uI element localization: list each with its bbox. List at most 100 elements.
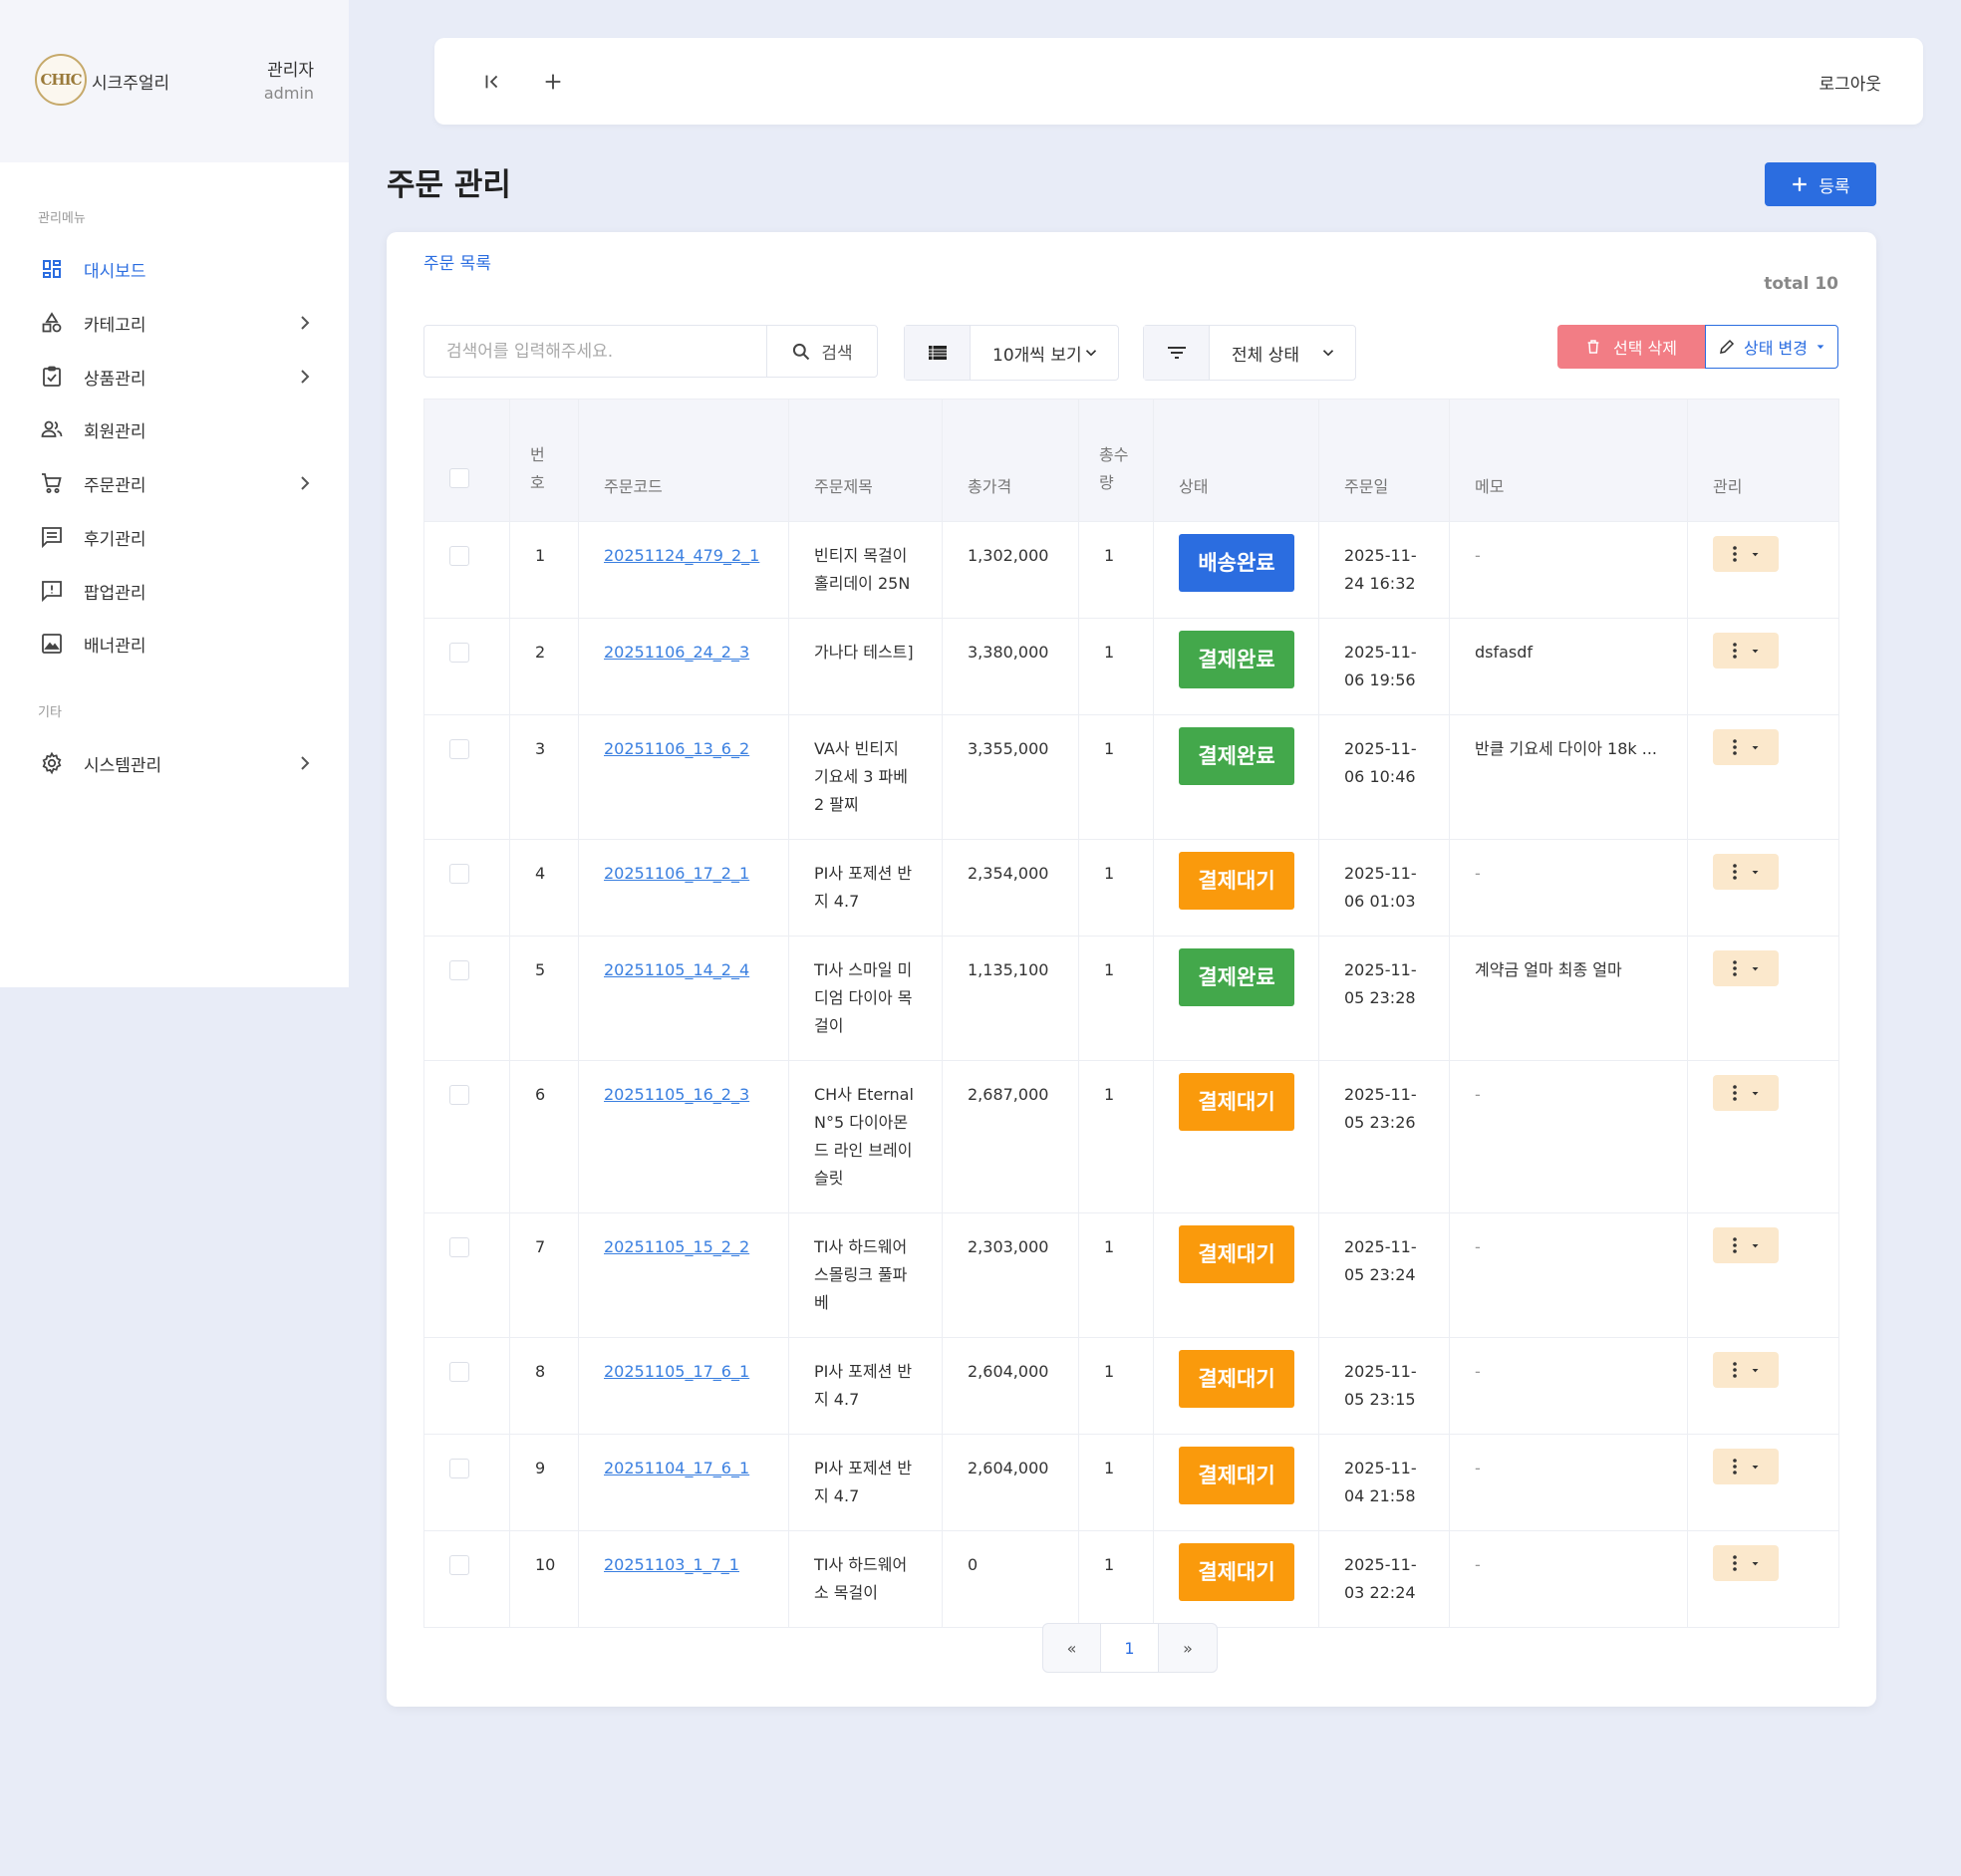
row-actions-button[interactable] <box>1713 1352 1779 1388</box>
caret-down-icon <box>1752 870 1758 874</box>
sidebar-item-system[interactable]: 시스템관리 <box>38 743 317 783</box>
row-price: 3,380,000 <box>942 618 1079 715</box>
row-actions-button[interactable] <box>1713 633 1779 669</box>
search-input[interactable] <box>424 326 766 377</box>
row-title: PI사 포제션 반지 4.7 <box>788 1337 943 1435</box>
logout-button[interactable]: 로그아웃 <box>1819 70 1881 95</box>
kebab-icon <box>1732 960 1737 976</box>
order-code-link[interactable]: 20251103_1_7_1 <box>604 1555 739 1574</box>
kebab-icon <box>1732 1555 1737 1571</box>
header-number: 번호 <box>509 399 579 522</box>
table-row: 4 20251106_17_2_1 PI사 포제션 반지 4.7 2,354,000 1… <box>423 839 1839 937</box>
sidebar-header: CHIC 시크주얼리 관리자 admin <box>0 0 349 162</box>
order-code-link[interactable]: 20251106_13_6_2 <box>604 739 749 758</box>
menu-section-title: 관리메뉴 <box>38 211 86 226</box>
order-code-link[interactable]: 20251105_17_6_1 <box>604 1362 749 1381</box>
sidebar-item-reviews[interactable]: 후기관리 <box>38 517 317 557</box>
pagination-page[interactable]: 1 <box>1101 1624 1159 1672</box>
kebab-icon <box>1732 1362 1737 1378</box>
row-checkbox[interactable] <box>449 1085 469 1105</box>
collapse-sidebar-button[interactable] <box>474 64 510 100</box>
row-checkbox[interactable] <box>449 643 469 663</box>
sidebar-item-products[interactable]: 상품관리 <box>38 357 317 397</box>
row-checkbox[interactable] <box>449 1555 469 1575</box>
row-checkbox[interactable] <box>449 960 469 980</box>
row-date: 2025-11-05 23:15 <box>1318 1337 1450 1435</box>
sidebar-item-label: 팝업관리 <box>84 583 146 604</box>
caret-down-icon <box>1752 649 1758 653</box>
row-checkbox[interactable] <box>449 546 469 566</box>
caret-down-icon <box>1752 1561 1758 1565</box>
row-code-cell: 20251106_17_2_1 <box>578 839 789 937</box>
row-manage-cell <box>1687 1060 1839 1213</box>
status-filter-value: 전체 상태 <box>1232 345 1299 366</box>
brand-name: 시크주얼리 <box>92 74 170 94</box>
row-qty: 1 <box>1078 1060 1154 1213</box>
row-qty: 1 <box>1078 714 1154 840</box>
page-size-select[interactable]: 10개씩 보기 <box>904 325 1119 381</box>
row-actions-button[interactable] <box>1713 1449 1779 1484</box>
table-row: 7 20251105_15_2_2 TI사 하드웨어 스몰링크 풀파베 2,303,0… <box>423 1212 1839 1338</box>
orders-table: 번호 주문코드 주문제목 총가격 총수량 상태 주문일 메모 관리 1 20251… <box>423 399 1839 1628</box>
pagination-next[interactable]: » <box>1159 1624 1217 1672</box>
row-checkbox[interactable] <box>449 1459 469 1478</box>
row-actions-button[interactable] <box>1713 1545 1779 1581</box>
row-actions-button[interactable] <box>1713 729 1779 765</box>
row-status-cell: 결제완료 <box>1153 714 1319 840</box>
header-code: 주문코드 <box>578 399 789 522</box>
row-select <box>423 1530 510 1628</box>
row-actions-button[interactable] <box>1713 536 1779 572</box>
brand-logo[interactable]: CHIC <box>35 54 87 106</box>
sidebar-item-banners[interactable]: 배너관리 <box>38 624 317 664</box>
table-row: 9 20251104_17_6_1 PI사 포제션 반지 4.7 2,604,000 1… <box>423 1434 1839 1531</box>
row-title: TI사 스마일 미디엄 다이아 목걸이 <box>788 936 943 1061</box>
search-button[interactable]: 검색 <box>766 326 877 377</box>
total-count: total 10 <box>1764 274 1838 294</box>
select-all-checkbox[interactable] <box>449 468 469 488</box>
sidebar-item-orders[interactable]: 주문관리 <box>38 463 317 503</box>
pagination-prev[interactable]: « <box>1043 1624 1101 1672</box>
row-code-cell: 20251105_16_2_3 <box>578 1060 789 1213</box>
pencil-icon <box>1720 339 1735 354</box>
kebab-icon <box>1732 739 1737 755</box>
row-checkbox[interactable] <box>449 1237 469 1257</box>
order-code-link[interactable]: 20251124_479_2_1 <box>604 546 759 565</box>
sidebar-item-label: 상품관리 <box>84 369 146 390</box>
row-date: 2025-11-24 16:32 <box>1318 521 1450 619</box>
row-checkbox[interactable] <box>449 1362 469 1382</box>
register-button[interactable]: 등록 <box>1765 162 1876 206</box>
dashboard-icon <box>38 255 66 283</box>
add-tab-button[interactable] <box>535 64 571 100</box>
row-actions-button[interactable] <box>1713 950 1779 986</box>
row-checkbox[interactable] <box>449 739 469 759</box>
row-select <box>423 1060 510 1213</box>
row-code-cell: 20251105_15_2_2 <box>578 1212 789 1338</box>
row-actions-button[interactable] <box>1713 854 1779 890</box>
order-code-link[interactable]: 20251106_17_2_1 <box>604 864 749 883</box>
row-actions-button[interactable] <box>1713 1227 1779 1263</box>
order-code-link[interactable]: 20251105_15_2_2 <box>604 1237 749 1256</box>
sidebar-item-members[interactable]: 회원관리 <box>38 409 317 449</box>
row-memo: 계약금 얼마 최종 얼마 <box>1449 936 1688 1061</box>
table-row: 6 20251105_16_2_3 CH사 Eternal N°5 다이아몬드 라인… <box>423 1060 1839 1213</box>
sidebar-item-dashboard[interactable]: 대시보드 <box>38 249 317 289</box>
header-status: 상태 <box>1153 399 1319 522</box>
row-status-cell: 결제완료 <box>1153 936 1319 1061</box>
row-code-cell: 20251106_13_6_2 <box>578 714 789 840</box>
sidebar-item-category[interactable]: 카테고리 <box>38 303 317 343</box>
row-code-cell: 20251103_1_7_1 <box>578 1530 789 1628</box>
change-status-button[interactable]: 상태 변경 <box>1705 325 1838 369</box>
row-date: 2025-11-05 23:26 <box>1318 1060 1450 1213</box>
order-code-link[interactable]: 20251104_17_6_1 <box>604 1459 749 1477</box>
order-code-link[interactable]: 20251105_14_2_4 <box>604 960 749 979</box>
delete-selected-label: 선택 삭제 <box>1613 339 1677 358</box>
chevron-right-icon <box>301 370 310 384</box>
row-qty: 1 <box>1078 521 1154 619</box>
delete-selected-button[interactable]: 선택 삭제 <box>1557 325 1705 369</box>
sidebar-item-popups[interactable]: 팝업관리 <box>38 571 317 611</box>
order-code-link[interactable]: 20251106_24_2_3 <box>604 643 749 662</box>
order-code-link[interactable]: 20251105_16_2_3 <box>604 1085 749 1104</box>
status-filter-select[interactable]: 전체 상태 <box>1143 325 1356 381</box>
row-actions-button[interactable] <box>1713 1075 1779 1111</box>
row-checkbox[interactable] <box>449 864 469 884</box>
